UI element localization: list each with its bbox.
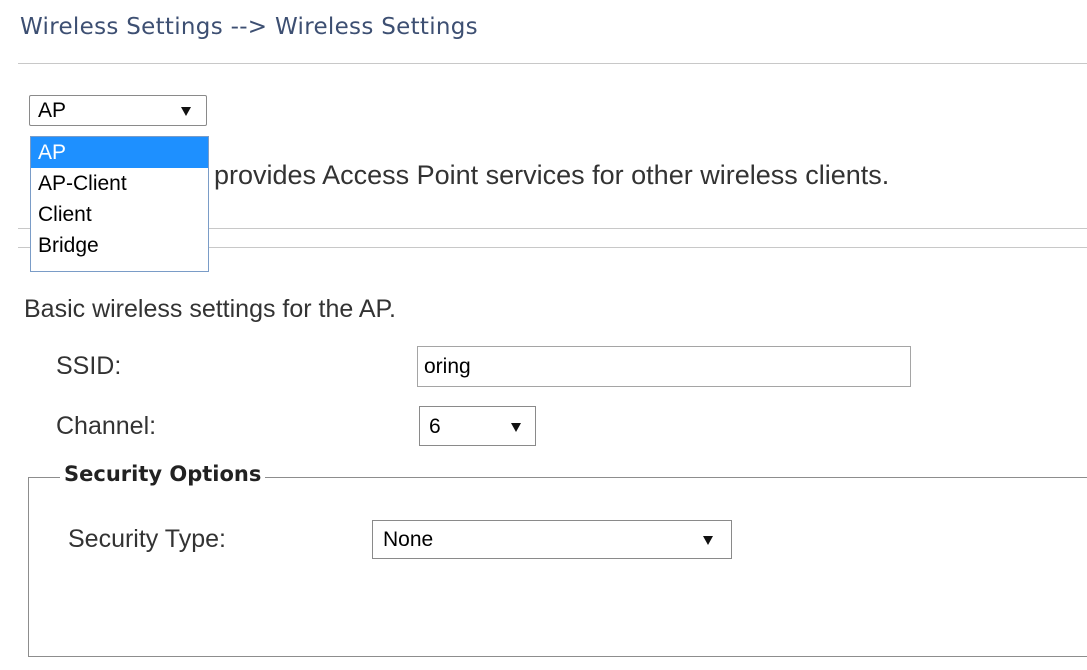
ssid-label: SSID:: [56, 352, 122, 380]
page-title: Wireless Settings --> Wireless Settings: [20, 14, 478, 40]
security-options-legend: Security Options: [60, 462, 266, 486]
security-type-select[interactable]: None: [372, 520, 732, 559]
operation-mode-select[interactable]: AP: [29, 95, 207, 126]
caret-down-icon: [511, 423, 521, 432]
operation-mode-dropdown-list: AP AP-Client Client Bridge: [30, 136, 209, 272]
caret-down-icon: [703, 536, 713, 545]
dropdown-option-ap-client[interactable]: AP-Client: [31, 168, 208, 199]
security-type-label: Security Type:: [68, 525, 226, 553]
operation-mode-description: provides Access Point services for other…: [214, 160, 890, 190]
dropdown-option-bridge[interactable]: Bridge: [31, 230, 208, 261]
dropdown-option-ap[interactable]: AP: [31, 137, 208, 168]
basic-settings-description: Basic wireless settings for the AP.: [24, 295, 396, 323]
operation-mode-value: AP: [38, 99, 67, 122]
security-type-value: None: [383, 528, 434, 551]
dropdown-option-client[interactable]: Client: [31, 199, 208, 230]
caret-down-icon: [181, 107, 191, 116]
wireless-settings-page: Wireless Settings --> Wireless Settings …: [0, 0, 1087, 670]
security-options-group: [28, 477, 1087, 657]
channel-select[interactable]: 6: [419, 406, 536, 446]
channel-value: 6: [429, 415, 441, 438]
ssid-input[interactable]: [417, 346, 911, 387]
divider: [18, 63, 1087, 64]
channel-label: Channel:: [56, 412, 157, 440]
